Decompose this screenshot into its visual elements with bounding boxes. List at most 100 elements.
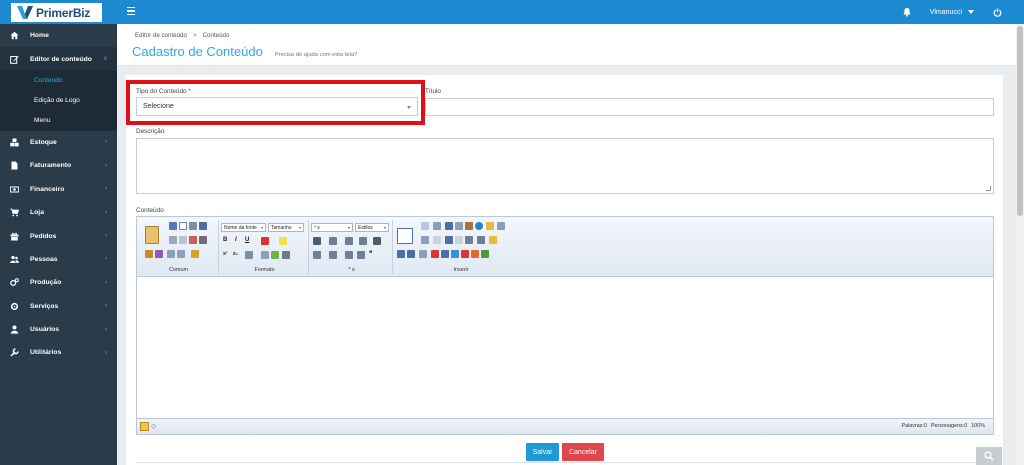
form-icon[interactable] <box>465 222 473 230</box>
save-icon[interactable] <box>169 222 177 230</box>
flash-icon[interactable] <box>431 250 439 258</box>
paste-word-icon[interactable] <box>155 250 163 258</box>
print-icon[interactable] <box>189 222 197 230</box>
cancel-button[interactable]: Cancelar <box>562 443 604 461</box>
unlink-insert-icon[interactable] <box>433 236 441 244</box>
image-map-icon[interactable] <box>455 236 463 244</box>
scroll-thumb[interactable] <box>1017 26 1023 216</box>
sidebar-item-loja[interactable]: Loja › <box>0 201 117 224</box>
page-scrollbar[interactable] <box>1016 24 1024 465</box>
new-doc-icon[interactable] <box>179 222 187 230</box>
home-icon <box>10 31 19 40</box>
html-mode-icon[interactable]: ◇ <box>151 422 160 431</box>
sidebar-subitem-conteudo[interactable]: Conteúdo <box>0 71 117 91</box>
emoticon-icon[interactable] <box>489 236 497 244</box>
table-icon[interactable] <box>397 228 413 244</box>
resize-handle-icon[interactable] <box>986 186 991 191</box>
anchor-icon[interactable] <box>445 236 453 244</box>
page-header: Editor de conteúdo > Conteúdo Cadastro d… <box>117 24 1024 66</box>
find-icon[interactable] <box>199 236 207 244</box>
spellcheck-icon[interactable] <box>199 222 207 230</box>
cut-icon[interactable] <box>169 236 177 244</box>
sidebar-item-usuarios[interactable]: Usuários › <box>0 318 117 341</box>
sidebar-item-pedidos[interactable]: Pedidos › <box>0 224 117 247</box>
video-icon[interactable] <box>441 250 449 258</box>
format-painter-icon[interactable] <box>282 251 290 259</box>
sidebar-item-producao[interactable]: Produção › <box>0 271 117 294</box>
font-name-select[interactable]: Nome da fonte <box>221 223 266 232</box>
outdent-icon[interactable] <box>345 251 353 259</box>
ltr-icon[interactable] <box>345 237 353 245</box>
grid-icon[interactable] <box>486 222 494 230</box>
menu-toggle-icon[interactable] <box>127 7 135 16</box>
help-icon[interactable] <box>475 222 483 230</box>
delete-icon[interactable] <box>189 236 197 244</box>
undo-icon[interactable] <box>167 250 175 258</box>
sidebar-subitem-edicao-logo[interactable]: Edição de Logo <box>0 91 117 111</box>
frame-icon[interactable] <box>445 222 453 230</box>
power-icon[interactable] <box>993 8 1002 17</box>
titulo-input[interactable] <box>425 98 994 116</box>
special-char-icon[interactable] <box>477 236 485 244</box>
code-icon[interactable] <box>481 250 489 258</box>
superscript-button[interactable]: x² <box>223 251 227 257</box>
indent-icon[interactable] <box>357 251 365 259</box>
user-menu[interactable]: Vlmanucci <box>930 9 962 16</box>
sidebar-item-home[interactable]: Home <box>0 24 117 47</box>
save-button[interactable]: Salvar <box>526 443 559 461</box>
help-link[interactable]: Precisa de ajuda com esta tela? <box>275 52 358 58</box>
bullet-list-icon[interactable] <box>313 251 321 259</box>
youtube-icon[interactable] <box>461 250 469 258</box>
editor-content-area[interactable] <box>137 278 993 419</box>
design-mode-icon[interactable] <box>140 422 149 431</box>
html5-icon[interactable] <box>471 250 479 258</box>
paste-icon[interactable] <box>145 226 159 244</box>
sidebar-item-financeiro[interactable]: Financeiro › <box>0 178 117 201</box>
font-size-select[interactable]: Tamanho <box>268 223 304 232</box>
blockquote-icon[interactable]: ❝ <box>369 250 372 257</box>
highlight-color-icon[interactable] <box>279 237 287 245</box>
align-icon[interactable] <box>313 237 321 245</box>
sidebar-item-estoque[interactable]: Estoque › <box>0 131 117 154</box>
bold-button[interactable]: B <box>223 237 227 243</box>
sidebar-item-utilitarios[interactable]: Utilitários › <box>0 341 117 364</box>
subscript-button[interactable]: x₂ <box>233 251 238 257</box>
block-format-icon[interactable] <box>373 237 381 245</box>
copy-icon[interactable] <box>179 236 187 244</box>
insert-box-icon[interactable] <box>421 222 429 230</box>
layer-icon[interactable] <box>455 222 463 230</box>
template-icon[interactable] <box>433 222 441 230</box>
sidebar-item-pessoas[interactable]: Pessoas › <box>0 248 117 271</box>
sidebar-item-editor[interactable]: Editor de conteúdo v <box>0 47 117 71</box>
paste-text-icon[interactable] <box>145 250 153 258</box>
italic-button[interactable]: I <box>235 237 237 243</box>
link-icon[interactable] <box>261 251 269 259</box>
unlink-icon[interactable] <box>271 251 279 259</box>
html-icon[interactable] <box>497 222 505 230</box>
document-icon[interactable] <box>419 250 427 258</box>
underline-button[interactable]: U <box>245 237 249 243</box>
font-color-icon[interactable] <box>261 237 269 245</box>
media-icon[interactable] <box>465 236 473 244</box>
redo-icon[interactable] <box>177 250 185 258</box>
chevron-down-icon[interactable] <box>968 10 974 14</box>
paragraph-select[interactable]: º s <box>311 223 353 232</box>
link-insert-icon[interactable] <box>421 236 429 244</box>
sidebar-subitem-menu[interactable]: Menu <box>0 111 117 131</box>
styles-select[interactable]: Estilos <box>355 223 389 232</box>
bell-icon[interactable] <box>902 7 912 17</box>
numbered-list-icon[interactable] <box>329 251 337 259</box>
image-gallery-icon[interactable] <box>407 250 415 258</box>
image-icon[interactable] <box>397 250 405 258</box>
descricao-textarea[interactable] <box>136 138 994 194</box>
rtl-icon[interactable] <box>359 237 367 245</box>
line-height-icon[interactable] <box>329 237 337 245</box>
breadcrumb-parent[interactable]: Editor de conteúdo <box>135 32 187 39</box>
search-button[interactable] <box>976 447 1002 465</box>
sidebar-item-servicos[interactable]: Serviços › <box>0 295 117 318</box>
clear-format-icon[interactable] <box>191 250 199 258</box>
logo[interactable]: PrimerBiz <box>11 3 102 22</box>
change-case-icon[interactable] <box>245 251 253 259</box>
sidebar-item-faturamento[interactable]: Faturamento › <box>0 154 117 177</box>
audio-icon[interactable] <box>451 250 459 258</box>
